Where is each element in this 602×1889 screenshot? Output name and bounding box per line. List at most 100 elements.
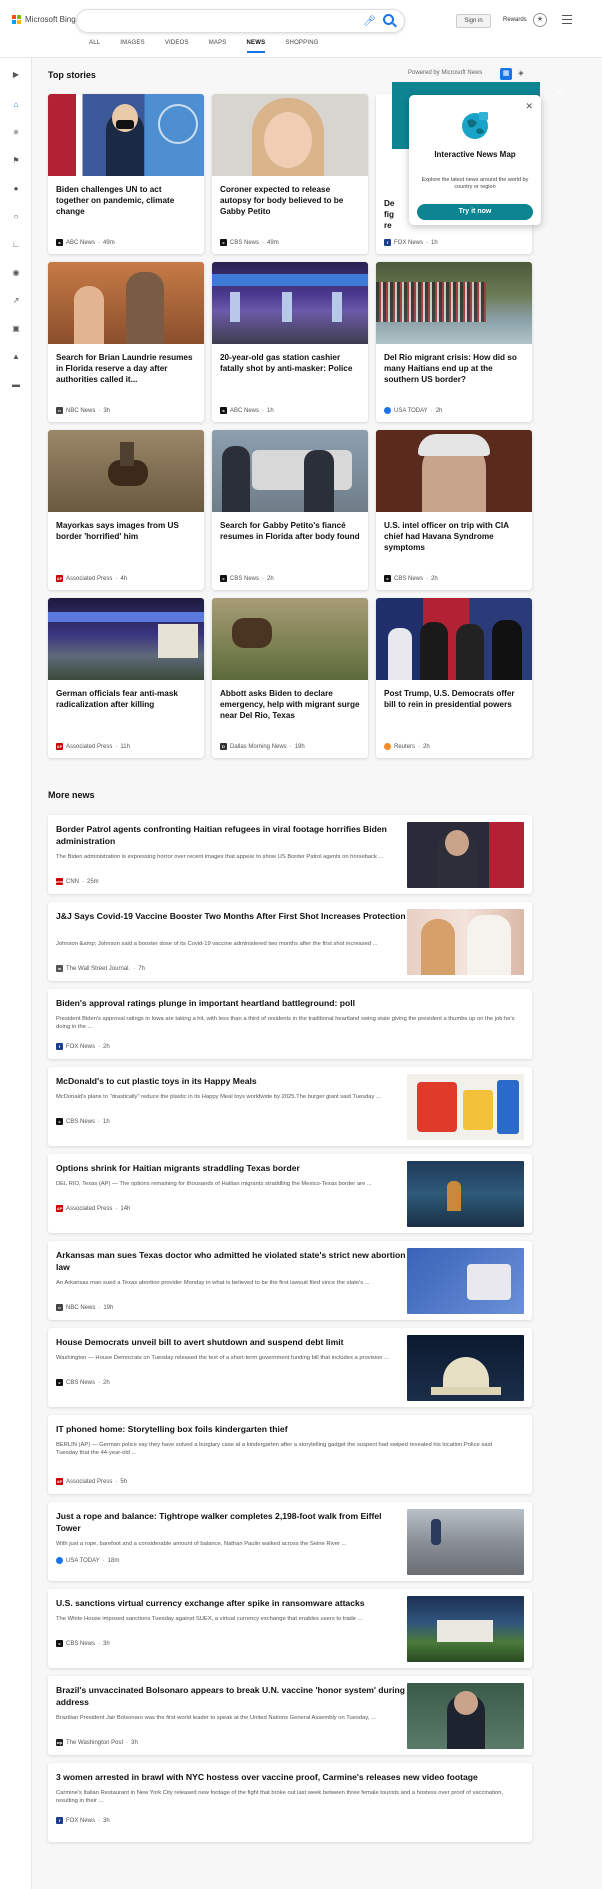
story-image [376, 430, 532, 512]
news-item[interactable]: Options shrink for Haitian migrants stra… [48, 1154, 532, 1233]
map-view-icon[interactable]: ◈ [515, 68, 527, 80]
nbc-logo-icon: n [56, 1304, 63, 1311]
video-icon[interactable]: ▣ [11, 324, 21, 334]
try-it-now-button[interactable]: Try it now [417, 204, 533, 220]
news-image [407, 1596, 524, 1662]
news-description: President Biden's approval ratings in Io… [56, 1016, 515, 1030]
news-title: McDonald's to cut plastic toys in its Ha… [56, 1076, 257, 1086]
news-description: DEL RIO, Texas (AP) — The options remain… [56, 1181, 372, 1187]
sign-in-button[interactable]: Sign in [456, 14, 491, 28]
tab-maps[interactable]: MAPS [209, 40, 227, 53]
news-image [407, 822, 524, 888]
tab-shopping[interactable]: SHOPPING [285, 40, 318, 53]
sports-icon[interactable]: ◉ [11, 268, 21, 278]
bank-icon[interactable]: ▲ [11, 352, 21, 362]
news-source: f FOX News · 2h [56, 1043, 110, 1050]
flag-icon[interactable]: ⚑ [11, 156, 21, 166]
news-item[interactable]: McDonald's to cut plastic toys in its Ha… [48, 1067, 532, 1146]
story-title: Search for Brian Laundrie resumes in Flo… [56, 353, 193, 384]
news-description: The White House imposed sanctions Tuesda… [56, 1616, 363, 1622]
story-card[interactable]: Del Rio migrant crisis: How did so many … [376, 262, 532, 422]
news-source: USA TODAY · 18m [56, 1557, 119, 1564]
story-card[interactable]: Search for Gabby Petito's fiancé resumes… [212, 430, 368, 590]
news-item[interactable]: 3 women arrested in brawl with NYC hoste… [48, 1763, 532, 1842]
rewards-trophy-icon[interactable]: ★ [533, 13, 547, 27]
close-icon[interactable]: ✕ [525, 101, 533, 112]
top-stories-heading: Top stories [48, 70, 96, 80]
bing-logo[interactable]: Microsoft Bing [12, 15, 76, 24]
reuters-logo-icon [384, 743, 391, 750]
story-card[interactable]: Biden challenges UN to act together on p… [48, 94, 204, 254]
story-source: c CBS News · 2h [220, 575, 274, 582]
news-title: U.S. sanctions virtual currency exchange… [56, 1598, 365, 1608]
search-icon[interactable] [383, 14, 394, 25]
news-source: n NBC News · 19h [56, 1304, 113, 1311]
news-item[interactable]: Arkansas man sues Texas doctor who admit… [48, 1241, 532, 1320]
cnn-logo-icon: cnn [56, 878, 64, 885]
news-item[interactable]: IT phoned home: Storytelling box foils k… [48, 1415, 532, 1494]
story-title: U.S. intel officer on trip with CIA chie… [384, 521, 509, 552]
story-image [48, 262, 204, 344]
grid-view-icon[interactable]: ▦ [500, 68, 512, 80]
story-card[interactable]: 20-year-old gas station cashier fatally … [212, 262, 368, 422]
news-image [407, 1074, 524, 1140]
tab-images[interactable]: IMAGES [120, 40, 145, 53]
microphone-icon[interactable]: 🎤︎ [363, 16, 376, 27]
story-source: n NBC News · 3h [56, 407, 110, 414]
story-title: Coroner expected to release autopsy for … [220, 185, 344, 216]
story-card[interactable]: Coroner expected to release autopsy for … [212, 94, 368, 254]
banner-close-icon[interactable]: ✕ [556, 88, 563, 97]
news-description: An Arkansas man sued a Texas abortion pr… [56, 1280, 370, 1286]
story-image [48, 598, 204, 680]
ap-logo-icon: AP [56, 575, 63, 582]
news-item[interactable]: J&J Says Covid-19 Vaccine Booster Two Mo… [48, 902, 532, 981]
ap-logo-icon: AP [56, 1478, 63, 1485]
story-card[interactable]: Search for Brian Laundrie resumes in Flo… [48, 262, 204, 422]
story-card[interactable]: Mayorkas says images from US border 'hor… [48, 430, 204, 590]
story-source: c CBS News · 2h [384, 575, 438, 582]
tab-news[interactable]: NEWS [246, 40, 266, 53]
card-icon[interactable]: ▬ [11, 380, 21, 390]
news-image [407, 1335, 524, 1401]
story-card[interactable]: Abbott asks Biden to declare emergency, … [212, 598, 368, 758]
news-item[interactable]: Border Patrol agents confronting Haitian… [48, 815, 532, 894]
rocket-icon[interactable]: ↗ [11, 296, 21, 306]
news-item[interactable]: U.S. sanctions virtual currency exchange… [48, 1589, 532, 1668]
chart-icon[interactable]: ∟ [11, 240, 21, 250]
story-card[interactable]: Post Trump, U.S. Democrats offer bill to… [376, 598, 532, 758]
story-image [376, 262, 532, 344]
nbc-logo-icon: n [56, 407, 63, 414]
globe-icon[interactable]: ○ [11, 212, 21, 222]
story-image [376, 598, 532, 680]
tab-videos[interactable]: VIDEOS [165, 40, 189, 53]
cbs-logo-icon: c [56, 1118, 63, 1125]
news-item[interactable]: Brazil's unvaccinated Bolsonaro appears … [48, 1676, 532, 1755]
story-card[interactable]: German officials fear anti-mask radicali… [48, 598, 204, 758]
story-title: Mayorkas says images from US border 'hor… [56, 521, 179, 541]
news-source: w The Wall Street Journal. · 7h [56, 965, 145, 972]
news-item[interactable]: Just a rope and balance: Tightrope walke… [48, 1502, 532, 1581]
hamburger-menu-icon[interactable] [562, 15, 572, 27]
home-icon[interactable]: ⌂ [11, 100, 21, 110]
story-source: USA TODAY · 2h [384, 407, 442, 414]
news-title: 3 women arrested in brawl with NYC hoste… [56, 1772, 478, 1782]
story-title: 20-year-old gas station cashier fatally … [220, 353, 353, 373]
location-pin-icon[interactable]: ● [11, 184, 21, 194]
news-item[interactable]: House Democrats unveil bill to avert shu… [48, 1328, 532, 1407]
story-source: c CBS News · 49m [220, 239, 279, 246]
story-image [48, 94, 204, 176]
story-source: AP Associated Press · 11h [56, 743, 130, 750]
news-source: cnn CNN · 25m [56, 878, 99, 885]
search-input[interactable]: 🎤︎ [76, 9, 405, 33]
rewards-link[interactable]: Rewards [503, 17, 527, 23]
expand-icon[interactable]: ▶ [11, 70, 21, 80]
virus-icon[interactable]: ✳ [11, 128, 21, 138]
story-image [212, 430, 368, 512]
news-item[interactable]: Biden's approval ratings plunge in impor… [48, 989, 532, 1059]
more-news-heading: More news [48, 790, 95, 800]
tab-all[interactable]: ALL [89, 40, 100, 53]
news-source: f FOX News · 3h [56, 1817, 110, 1824]
story-card[interactable]: U.S. intel officer on trip with CIA chie… [376, 430, 532, 590]
story-image [212, 598, 368, 680]
news-description: Washington — House Democrats on Tuesday … [56, 1355, 389, 1361]
